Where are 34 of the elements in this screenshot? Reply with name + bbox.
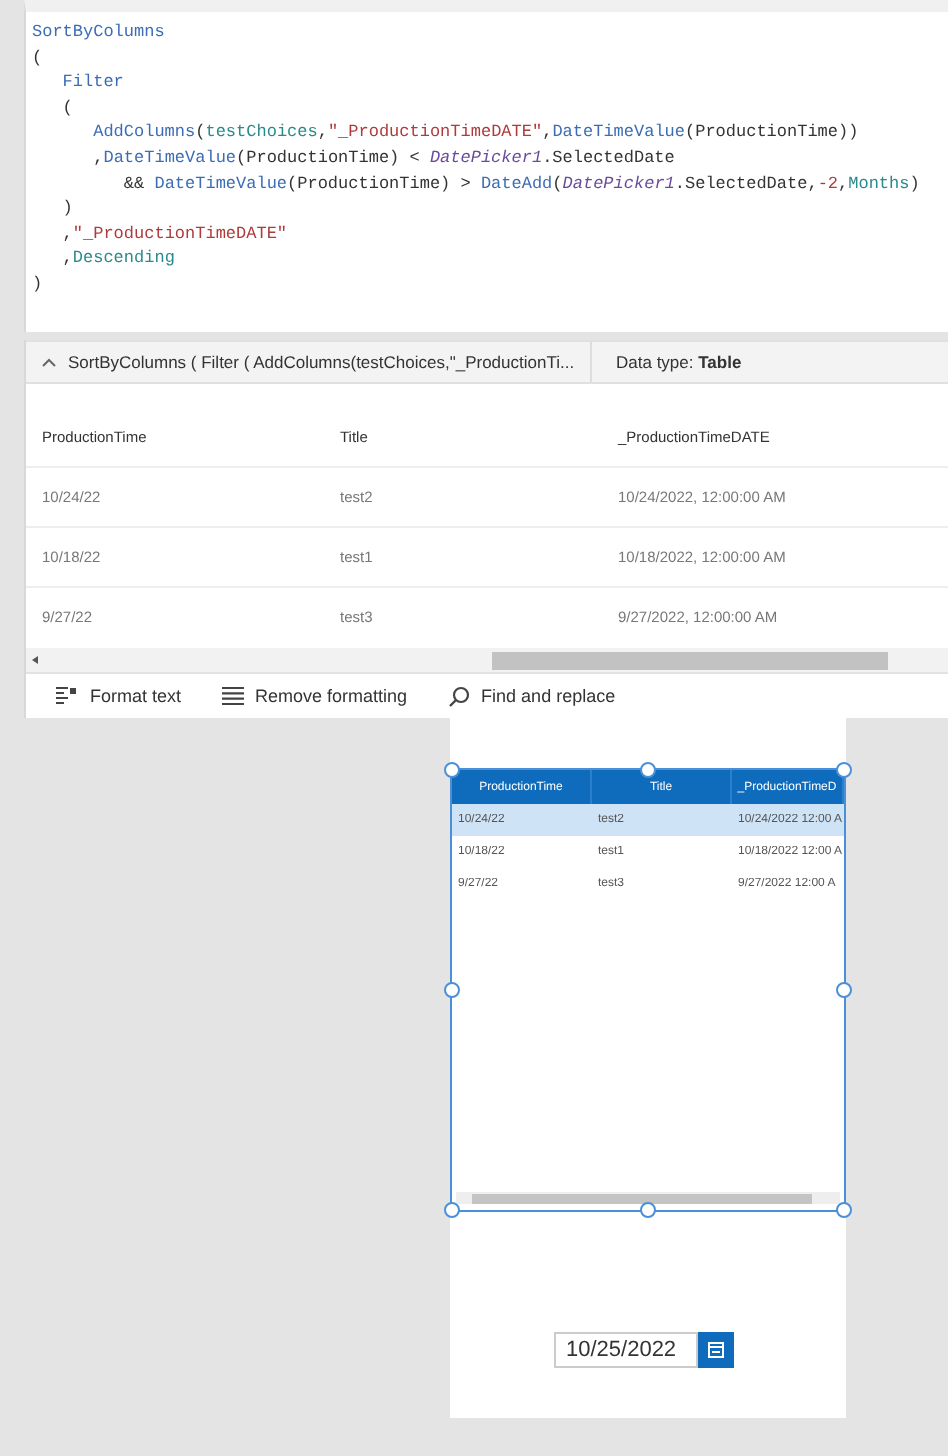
lines-icon: [221, 686, 244, 706]
search-icon: [447, 685, 470, 707]
calendar-icon: [708, 1342, 724, 1358]
date-picker[interactable]: 10/25/2022: [554, 1332, 734, 1368]
calendar-button[interactable]: [698, 1332, 734, 1368]
resize-handle[interactable]: [836, 982, 852, 998]
code-line: ,DateTimeValue(ProductionTime) < DatePicker1.SelectedDate: [91, 145, 675, 172]
remove-formatting-button[interactable]: Remove formatting: [217, 682, 412, 710]
horizontal-scrollbar[interactable]: [456, 1192, 840, 1204]
formula-summary: SortByColumns ( Filter ( AddColumns(testChoices,"_ProductionTi...: [68, 352, 575, 372]
horizontal-scrollbar[interactable]: [26, 648, 948, 672]
format-text-icon: [54, 686, 78, 706]
code-line: ,Descending: [60, 246, 175, 272]
code-line: (: [32, 45, 43, 71]
resize-handle[interactable]: [640, 762, 656, 778]
date-value[interactable]: 10/25/2022: [554, 1332, 698, 1368]
find-replace-button[interactable]: Find and replace: [443, 681, 620, 711]
code-line: && DateTimeValue(ProductionTime) > DateAdd(DatePicker1.SelectedDate,-2,Months): [121, 171, 920, 197]
resize-handle[interactable]: [444, 762, 460, 778]
resize-handle[interactable]: [444, 982, 460, 998]
format-text-button[interactable]: Format text: [50, 682, 186, 710]
resize-handle[interactable]: [640, 1202, 656, 1218]
code-line: ): [32, 271, 43, 298]
resize-handle[interactable]: [836, 1202, 852, 1218]
code-line: AddColumns(testChoices,"_ProductionTimeDATE",DateTimeValue(ProductionTime)): [91, 120, 859, 146]
code-line: (: [60, 95, 73, 121]
code-line: ,"_ProductionTimeDATE": [60, 221, 288, 247]
caret-icon[interactable]: [42, 357, 56, 367]
data-type-label: Data type: Table: [614, 352, 742, 372]
resize-handle[interactable]: [444, 1202, 460, 1218]
code-line: Filter: [60, 70, 124, 96]
code-line: SortByColumns: [32, 20, 165, 46]
code-line: ): [60, 196, 73, 222]
resize-handle[interactable]: [836, 762, 852, 778]
